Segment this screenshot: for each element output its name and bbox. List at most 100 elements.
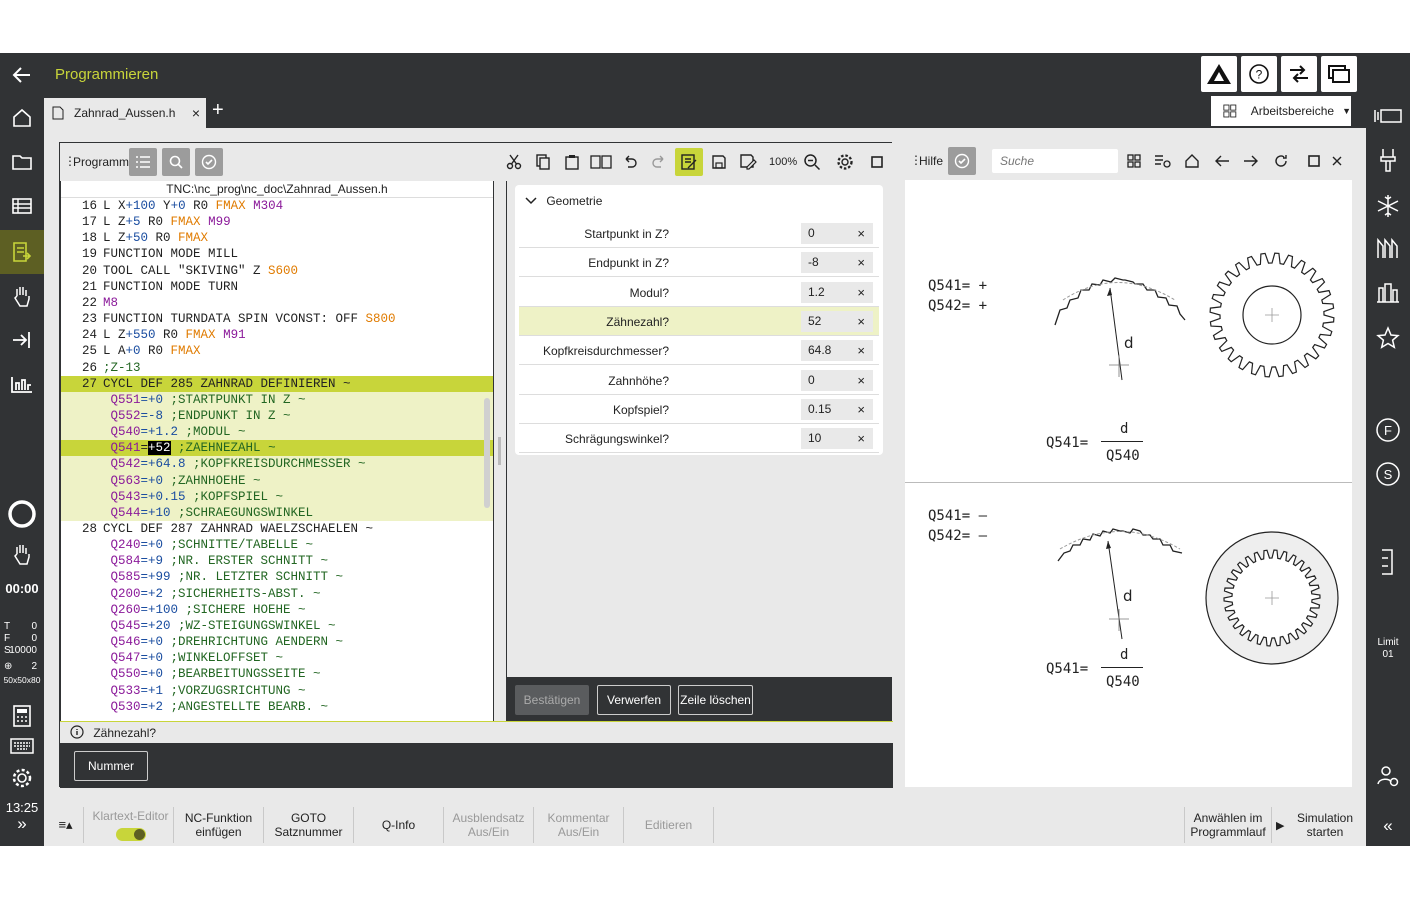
code-line[interactable]: Q563=+0 ;ZAHNHOEHE ~ xyxy=(61,472,493,489)
add-tab-button[interactable]: + xyxy=(212,99,224,122)
arbeitsbereiche-button[interactable]: Arbeitsbereiche ▼ xyxy=(1211,96,1351,126)
code-line[interactable]: Q584=+9 ;NR. ERSTER SCHNITT ~ xyxy=(61,553,493,569)
copy-icon[interactable] xyxy=(529,148,557,176)
resize-handle[interactable] xyxy=(498,437,501,465)
form-field-input[interactable]: 52 × xyxy=(801,310,873,332)
panel-toggle-icon[interactable] xyxy=(1366,96,1410,136)
close-tab-icon[interactable]: × xyxy=(192,105,200,121)
maximize-icon[interactable] xyxy=(863,148,891,176)
clear-field-icon[interactable]: × xyxy=(857,370,865,391)
clear-field-icon[interactable]: × xyxy=(857,311,865,332)
grid-view-icon[interactable] xyxy=(1120,147,1148,175)
arrow-forward-icon[interactable] xyxy=(1237,147,1265,175)
arrow-back-icon[interactable] xyxy=(1208,147,1236,175)
paste-icon[interactable] xyxy=(558,148,586,176)
rapid-override-icon[interactable] xyxy=(1366,542,1410,582)
softkey-kommentar[interactable]: Kommentar Aus/Ein xyxy=(534,807,624,843)
code-line[interactable]: Q542=+64.8 ;KOPFKREISDURCHMESSER ~ xyxy=(61,456,493,473)
coolant-icon[interactable] xyxy=(1366,186,1410,226)
code-line[interactable]: 17 L Z+5 R0 FMAX M99 xyxy=(61,214,493,230)
panel-divider[interactable] xyxy=(494,181,506,721)
expand-menu-icon[interactable]: » xyxy=(0,815,44,832)
user-login-icon[interactable] xyxy=(1366,756,1410,796)
machine-icon[interactable] xyxy=(1366,272,1410,312)
code-line[interactable]: Q260=+100 ;SICHERE HOEHE ~ xyxy=(61,602,493,618)
softkey-start-simulation[interactable]: ▶ Simulation starten xyxy=(1272,807,1364,843)
manual-hand-icon[interactable] xyxy=(0,276,44,316)
code-scrollbar[interactable] xyxy=(484,398,490,508)
feed-override-icon[interactable]: F xyxy=(1366,410,1410,450)
settings-icon[interactable] xyxy=(831,148,859,176)
softkey-q-info[interactable]: Q-Info xyxy=(354,807,444,843)
save-as-icon[interactable] xyxy=(734,148,762,176)
softkey-goto[interactable]: GOTO Satznummer xyxy=(264,807,354,843)
zoom-icon[interactable] xyxy=(798,148,826,176)
confirm-button[interactable]: Bestätigen xyxy=(515,685,589,715)
undo-icon[interactable] xyxy=(616,148,644,176)
code-line[interactable]: 16 L X+100 Y+0 R0 FMAX M304 xyxy=(61,198,493,214)
code-line[interactable]: 23 FUNCTION TURNDATA SPIN VCONST: OFF S80… xyxy=(61,311,493,327)
softkey-ausblendsatz[interactable]: Ausblendsatz Aus/Ein xyxy=(444,807,534,843)
form-edit-icon[interactable] xyxy=(675,148,703,176)
home-icon[interactable] xyxy=(0,98,44,138)
form-field-input[interactable]: 64.8 × xyxy=(801,340,873,362)
code-line[interactable]: Q545=+20 ;WZ-STEIGUNGSWINKEL ~ xyxy=(61,618,493,634)
number-button[interactable]: Nummer xyxy=(74,751,148,781)
tool-table-icon[interactable] xyxy=(1366,228,1410,268)
code-line[interactable]: 28 CYCL DEF 287 ZAHNRAD WAELZSCHAELEN ~ xyxy=(61,521,493,537)
code-line[interactable]: Q240=+0 ;SCHNITTE/TABELLE ~ xyxy=(61,537,493,553)
code-line[interactable]: Q200=+2 ;SICHERHEITS-ABST. ~ xyxy=(61,586,493,602)
data-transfer-icon[interactable] xyxy=(1281,56,1317,92)
softkey-editieren[interactable]: Editieren xyxy=(624,807,714,843)
table-icon[interactable] xyxy=(0,186,44,226)
search-icon[interactable] xyxy=(162,148,190,176)
settings-gear-icon[interactable] xyxy=(0,758,44,798)
discard-button[interactable]: Verwerfen xyxy=(597,685,671,715)
softkey-select-in-run[interactable]: Anwählen im Programmlauf xyxy=(1184,807,1272,843)
collapse-panel-icon[interactable]: « xyxy=(1366,817,1410,834)
tool-holder-icon[interactable] xyxy=(1366,140,1410,180)
delete-line-button[interactable]: Zeile löschen xyxy=(678,685,753,715)
heidenhain-logo-icon[interactable] xyxy=(1201,56,1237,92)
code-line[interactable]: 18 L Z+50 R0 FMAX xyxy=(61,230,493,246)
windows-icon[interactable] xyxy=(1321,56,1357,92)
code-line[interactable]: Q552=-8 ;ENDPUNKT IN Z ~ xyxy=(61,407,493,425)
code-line[interactable]: Q543=+0.15 ;KOPFSPIEL ~ xyxy=(61,488,493,505)
code-line[interactable]: Q546=+0 ;DREHRICHTUNG AENDERN ~ xyxy=(61,634,493,650)
refresh-icon[interactable] xyxy=(1267,147,1295,175)
code-line[interactable]: Q551=+0 ;STARTPUNKT IN Z ~ xyxy=(61,391,493,408)
help-icon[interactable]: ? xyxy=(1241,56,1277,92)
list-settings-icon[interactable] xyxy=(1149,147,1177,175)
clear-field-icon[interactable]: × xyxy=(857,340,865,361)
code-line[interactable]: 26 ;Z-13 xyxy=(61,360,493,376)
geometry-section-header[interactable]: Geometrie xyxy=(525,194,602,208)
code-line[interactable]: Q541=+52 ;ZAEHNEZAHL ~ xyxy=(61,440,493,457)
klartext-toggle[interactable] xyxy=(115,828,146,841)
structure-list-icon[interactable] xyxy=(129,148,157,176)
form-field-input[interactable]: 0 × xyxy=(801,369,873,391)
code-line[interactable]: 22 M8 xyxy=(61,295,493,311)
code-line[interactable]: Q544=+10 ;SCHRAEGUNGSWINKEL xyxy=(61,504,493,522)
code-line[interactable]: 21 FUNCTION MODE TURN xyxy=(61,279,493,295)
clear-field-icon[interactable]: × xyxy=(857,428,865,449)
nc-code-editor[interactable]: 16 L X+100 Y+0 R0 FMAX M304 17 L Z+5 R0 FMA… xyxy=(61,198,493,721)
code-line[interactable]: Q530=+2 ;ANGESTELLTE BEARB. ~ xyxy=(61,699,493,715)
code-line[interactable]: 20 TOOL CALL "SKIVING" Z S600 xyxy=(61,263,493,279)
save-icon[interactable] xyxy=(705,148,733,176)
clear-field-icon[interactable]: × xyxy=(857,223,865,244)
softkey-nc-function[interactable]: NC-Funktion einfügen xyxy=(174,807,264,843)
form-field-input[interactable]: 0.15 × xyxy=(801,398,873,420)
program-run-icon[interactable] xyxy=(0,320,44,360)
insert-block-icon[interactable] xyxy=(587,148,615,176)
favorites-star-icon[interactable] xyxy=(1366,318,1410,358)
help-check-icon[interactable] xyxy=(948,147,976,175)
clear-field-icon[interactable]: × xyxy=(857,282,865,303)
spindle-override-icon[interactable]: S xyxy=(1366,454,1410,494)
cut-icon[interactable] xyxy=(500,148,528,176)
code-line[interactable]: Q540=+1.2 ;MODUL ~ xyxy=(61,424,493,441)
form-field-input[interactable]: 0 × xyxy=(801,223,873,244)
redo-icon[interactable] xyxy=(645,148,673,176)
clear-field-icon[interactable]: × xyxy=(857,252,865,273)
code-line[interactable]: 27 CYCL DEF 285 ZAHNRAD DEFINIEREN ~ xyxy=(61,375,493,392)
softkey-menu-icon[interactable]: ≡▴ xyxy=(48,807,84,843)
